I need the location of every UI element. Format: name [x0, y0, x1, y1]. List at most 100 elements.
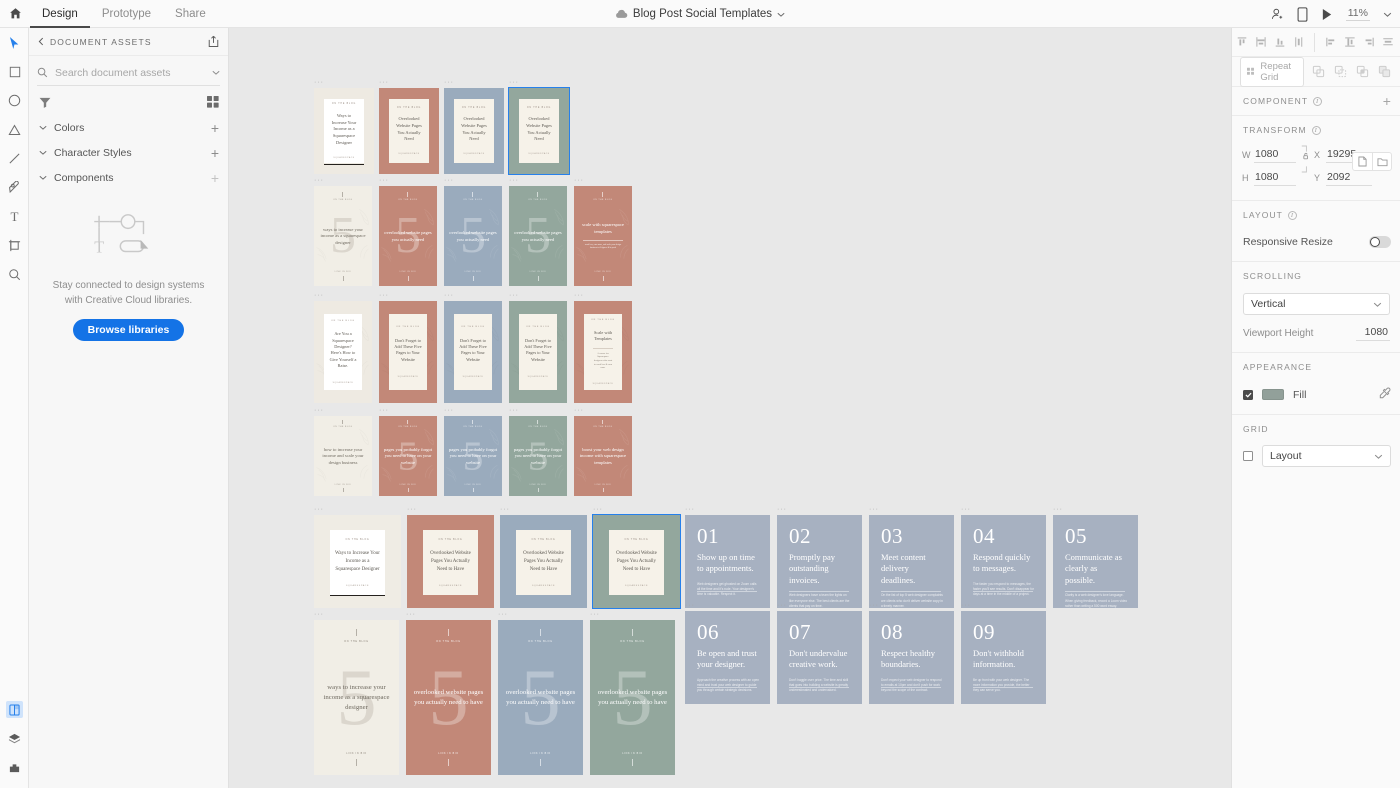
artboard[interactable]: ··· ON THE BLOG Don't Forget to Add These … [444, 292, 502, 403]
artboard[interactable]: ··· 5 ON THE BLOG overlooked website pages … [379, 177, 437, 286]
artboard[interactable]: ··· ON THE BLOG scale with squarespace tem… [574, 177, 632, 286]
grid-checkbox[interactable] [1243, 451, 1253, 461]
artboard[interactable]: ··· ON THE BLOG Overlooked Website Pages Y… [407, 506, 494, 608]
responsive-resize-toggle[interactable] [1369, 236, 1391, 248]
artboard-menu-dots[interactable]: ··· [509, 79, 519, 86]
zoom-tool[interactable] [0, 260, 29, 289]
boolean-intersect-icon[interactable] [1353, 62, 1372, 81]
artboard-menu-dots[interactable]: ··· [498, 611, 508, 618]
artboard-menu-dots[interactable]: ··· [444, 79, 454, 86]
design-canvas[interactable]: ··· ON THE BLOG Ways to Increase Your Inco… [229, 28, 1231, 788]
artboard[interactable]: ··· ON THE BLOG Scale with Templates A cour… [574, 292, 632, 403]
viewport-height-input[interactable]: 1080 [1356, 326, 1390, 341]
fill-color-swatch[interactable] [1262, 389, 1284, 400]
artboard-menu-dots[interactable]: ··· [869, 602, 879, 609]
artboard[interactable]: ··· ON THE BLOG Overlooked Website Pages Y… [379, 79, 439, 174]
artboard-menu-dots[interactable]: ··· [509, 177, 519, 184]
artboard[interactable]: ··· 06 Be open and trust your designer. App… [685, 602, 770, 704]
boolean-exclude-icon[interactable] [1375, 62, 1394, 81]
polygon-tool[interactable] [0, 115, 29, 144]
add-component-button[interactable]: + [1383, 94, 1392, 108]
artboard[interactable]: ··· 5 ON THE BLOG ways to increase your inc… [314, 177, 372, 286]
artboard-menu-dots[interactable]: ··· [314, 177, 324, 184]
browse-libraries-button[interactable]: Browse libraries [72, 319, 185, 341]
artboard-menu-dots[interactable]: ··· [685, 602, 695, 609]
artboard-menu-dots[interactable]: ··· [574, 292, 584, 299]
artboard-menu-dots[interactable]: ··· [1053, 506, 1063, 513]
plugins-panel-toggle[interactable] [0, 753, 29, 782]
assets-panel-toggle[interactable] [0, 695, 29, 724]
artboard-menu-dots[interactable]: ··· [379, 407, 389, 414]
layers-panel-toggle[interactable] [0, 724, 29, 753]
artboard[interactable]: ··· 5 ON THE BLOG pages you probably forgot… [509, 407, 567, 496]
artboard-menu-dots[interactable]: ··· [444, 407, 454, 414]
artboard[interactable]: ··· 5 ON THE BLOG overlooked website pages … [498, 611, 583, 775]
line-tool[interactable] [0, 144, 29, 173]
y-input[interactable]: 2092 [1326, 170, 1372, 186]
artboard[interactable]: ··· ON THE BLOG how to increase your incom… [314, 407, 372, 496]
distribute-horizontal-icon[interactable] [1378, 33, 1397, 52]
home-button[interactable] [0, 0, 30, 28]
filter-icon[interactable] [39, 97, 51, 108]
artboard[interactable]: ··· ON THE BLOG Don't Forget to Add These … [379, 292, 437, 403]
artboard-menu-dots[interactable]: ··· [574, 177, 584, 184]
align-right-icon[interactable] [1359, 33, 1378, 52]
document-title[interactable]: Blog Post Social Templates [633, 8, 772, 20]
artboard[interactable]: ··· 5 ON THE BLOG overlooked website pages … [590, 611, 675, 775]
search-input[interactable] [55, 66, 205, 79]
grid-view-icon[interactable] [207, 96, 219, 108]
assets-search[interactable] [37, 60, 220, 86]
artboard-menu-dots[interactable]: ··· [314, 292, 324, 299]
boolean-subtract-icon[interactable] [1331, 62, 1350, 81]
desktop-preview-icon[interactable] [1321, 8, 1333, 21]
artboard[interactable]: ··· 5 ON THE BLOG overlooked website pages … [406, 611, 491, 775]
align-top-icon[interactable] [1232, 33, 1251, 52]
device-preview-icon[interactable] [1297, 6, 1308, 22]
fill-checkbox[interactable] [1243, 389, 1253, 400]
select-tool[interactable] [0, 28, 29, 57]
artboard-menu-dots[interactable]: ··· [509, 407, 519, 414]
add-component-button[interactable]: + [211, 171, 219, 185]
artboard-menu-dots[interactable]: ··· [777, 506, 787, 513]
distribute-vertical-icon[interactable] [1289, 33, 1308, 52]
artboard-menu-dots[interactable]: ··· [590, 611, 600, 618]
artboard-menu-dots[interactable]: ··· [961, 506, 971, 513]
text-tool[interactable]: T [0, 202, 29, 231]
artboard-menu-dots[interactable]: ··· [379, 177, 389, 184]
artboard-menu-dots[interactable]: ··· [407, 506, 417, 513]
artboard-menu-dots[interactable]: ··· [314, 611, 324, 618]
chevron-left-icon[interactable] [38, 37, 44, 46]
artboard-menu-dots[interactable]: ··· [685, 506, 695, 513]
artboard[interactable]: ··· 5 ON THE BLOG ways to increase your inc… [314, 611, 399, 775]
add-character-style-button[interactable]: + [211, 146, 219, 160]
artboard[interactable]: ··· ON THE BLOG Are You a Squarespace Desi… [314, 292, 372, 403]
align-bottom-icon[interactable] [1270, 33, 1289, 52]
component-info-icon[interactable]: i [1313, 96, 1323, 106]
artboard-menu-dots[interactable]: ··· [777, 602, 787, 609]
boolean-add-icon[interactable] [1309, 62, 1328, 81]
artboard-menu-dots[interactable]: ··· [869, 506, 879, 513]
eyedropper-icon[interactable] [1379, 386, 1391, 404]
artboard[interactable]: ··· 5 ON THE BLOG overlooked website pages … [509, 177, 567, 286]
artboard-menu-dots[interactable]: ··· [444, 177, 454, 184]
artboard-menu-dots[interactable]: ··· [379, 292, 389, 299]
artboard[interactable]: ··· 07 Don't undervalue creative work. Don'… [777, 602, 862, 704]
tab-prototype[interactable]: Prototype [90, 0, 163, 28]
artboard[interactable]: ··· 08 Respect healthy boundaries. Don't ex… [869, 602, 954, 704]
artboard[interactable]: ··· 5 ON THE BLOG overlooked website pages … [444, 177, 502, 286]
artboard[interactable]: ··· 05 Communicate as clearly as possible.… [1053, 506, 1138, 608]
artboard[interactable]: ··· 09 Don't withhold information. Be up fr… [961, 602, 1046, 704]
chevron-down-icon[interactable] [777, 12, 785, 17]
assets-section-components[interactable]: Components + [29, 165, 228, 190]
artboard-menu-dots[interactable]: ··· [314, 407, 324, 414]
artboard[interactable]: ··· 5 ON THE BLOG pages you probably forgot… [379, 407, 437, 496]
artboard-menu-dots[interactable]: ··· [406, 611, 416, 618]
invite-coeditor-icon[interactable] [1270, 7, 1284, 21]
zoom-level[interactable]: 11% [1345, 7, 1370, 21]
width-input[interactable]: 1080 [1254, 147, 1296, 163]
repeat-grid-button[interactable]: Repeat Grid [1240, 56, 1304, 87]
ellipse-tool[interactable] [0, 86, 29, 115]
artboard[interactable]: ··· ON THE BLOG Overlooked Website Pages Y… [508, 79, 570, 175]
artboard-tool[interactable] [0, 231, 29, 260]
portrait-artboard-icon[interactable] [1353, 153, 1372, 170]
